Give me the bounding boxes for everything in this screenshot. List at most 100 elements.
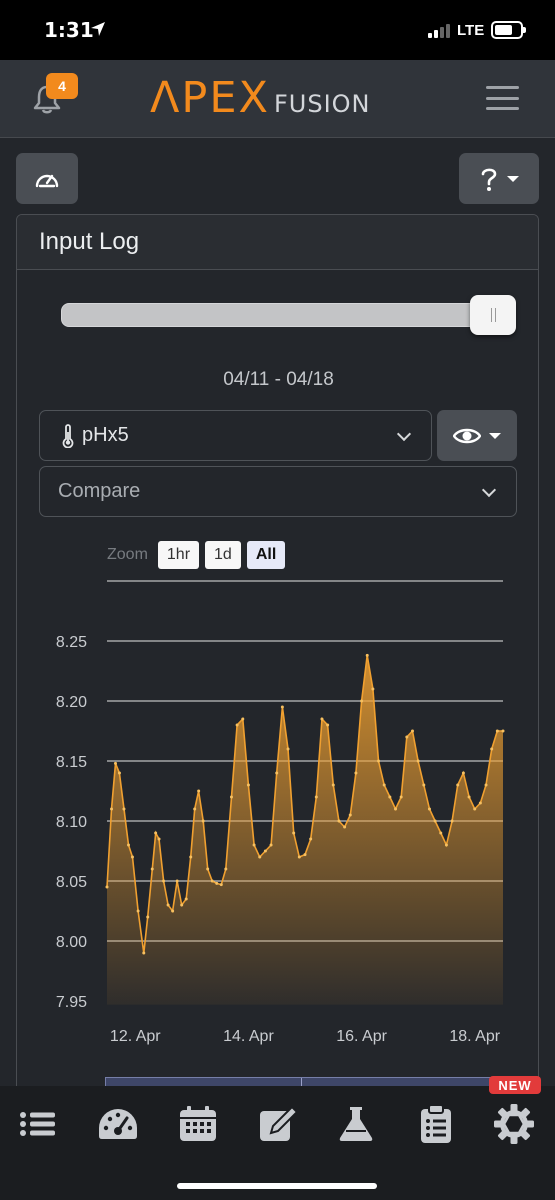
data-point bbox=[280, 705, 284, 709]
data-point bbox=[365, 653, 369, 657]
data-point bbox=[105, 885, 109, 889]
compare-select[interactable]: Compare bbox=[39, 466, 517, 517]
data-point bbox=[263, 849, 267, 853]
data-point bbox=[229, 795, 233, 799]
data-point bbox=[110, 807, 114, 811]
data-point bbox=[399, 795, 403, 799]
data-point bbox=[422, 783, 426, 787]
y-tick-label: 8.05 bbox=[56, 874, 87, 891]
dashboard-button[interactable] bbox=[16, 153, 78, 204]
data-point bbox=[360, 699, 364, 703]
data-point bbox=[444, 843, 448, 847]
data-point bbox=[501, 729, 505, 733]
data-point bbox=[235, 723, 239, 727]
ph-history-chart[interactable]: 7.95 8.00 8.05 8.10 8.15 8.20 8.25 12. Apr 14. A… bbox=[17, 575, 538, 1075]
data-point bbox=[241, 717, 245, 721]
status-bar: 1:31 LTE bbox=[0, 0, 555, 60]
data-point bbox=[495, 729, 499, 733]
data-point bbox=[439, 831, 443, 835]
data-point bbox=[193, 807, 197, 811]
hamburger-icon[interactable] bbox=[486, 86, 519, 110]
data-point bbox=[473, 807, 477, 811]
data-point bbox=[314, 795, 318, 799]
series-area bbox=[107, 655, 503, 1005]
time-slider-handle[interactable] bbox=[470, 295, 516, 335]
x-tick-label: 12. Apr bbox=[110, 1028, 161, 1045]
probe-select-value: pHx5 bbox=[82, 424, 129, 446]
probe-select[interactable]: pHx5 bbox=[39, 410, 432, 461]
data-point bbox=[320, 717, 324, 721]
data-point bbox=[297, 855, 301, 859]
data-point bbox=[252, 843, 256, 847]
data-point bbox=[286, 747, 290, 751]
visibility-dropdown-button[interactable] bbox=[437, 410, 517, 461]
nav-clipboard-icon[interactable] bbox=[414, 1104, 458, 1144]
help-dropdown-button[interactable] bbox=[459, 153, 539, 204]
data-point bbox=[337, 819, 341, 823]
zoom-1d-button[interactable]: 1d bbox=[205, 541, 241, 569]
nav-calendar-icon[interactable] bbox=[176, 1104, 220, 1144]
x-tick-label: 16. Apr bbox=[336, 1028, 387, 1045]
zoom-1hr-button[interactable]: 1hr bbox=[157, 541, 200, 569]
panel-title: Input Log bbox=[39, 228, 140, 255]
data-point bbox=[433, 819, 437, 823]
data-point bbox=[450, 819, 454, 823]
y-tick-label: 8.10 bbox=[56, 814, 87, 831]
y-tick-label: 8.25 bbox=[56, 634, 87, 651]
data-point bbox=[201, 819, 205, 823]
notification-badge[interactable]: 4 bbox=[46, 73, 78, 99]
data-point bbox=[150, 867, 154, 871]
thermometer-icon bbox=[62, 423, 74, 448]
nav-flask-icon[interactable] bbox=[334, 1104, 378, 1144]
nav-note-edit-icon[interactable] bbox=[256, 1104, 300, 1144]
data-point bbox=[113, 761, 117, 765]
data-point bbox=[478, 801, 482, 805]
battery-icon bbox=[491, 21, 526, 39]
nav-settings-gear-icon[interactable] bbox=[492, 1104, 536, 1144]
data-point bbox=[219, 883, 223, 887]
data-point bbox=[175, 879, 179, 883]
data-point bbox=[154, 831, 158, 835]
data-point bbox=[394, 807, 398, 811]
data-point bbox=[410, 729, 414, 733]
data-point bbox=[456, 783, 460, 787]
data-point bbox=[269, 843, 273, 847]
data-point bbox=[166, 903, 170, 907]
data-point bbox=[136, 909, 140, 913]
data-point bbox=[388, 795, 392, 799]
zoom-controls: Zoom 1hr 1d All bbox=[107, 541, 286, 569]
data-point bbox=[206, 867, 210, 871]
data-point bbox=[348, 813, 352, 817]
y-tick-label: 8.00 bbox=[56, 934, 87, 951]
location-arrow-icon bbox=[91, 22, 105, 36]
data-point bbox=[197, 789, 201, 793]
home-indicator[interactable] bbox=[177, 1183, 377, 1189]
chevron-down-icon bbox=[481, 482, 497, 498]
caret-down-icon bbox=[489, 432, 501, 439]
data-point bbox=[210, 879, 214, 883]
data-point bbox=[416, 759, 420, 763]
input-log-panel: Input Log 04/11 - 04/18 pHx5 Compare Zoo… bbox=[16, 214, 539, 1114]
data-point bbox=[126, 843, 130, 847]
data-point bbox=[275, 771, 279, 775]
nav-list-icon[interactable] bbox=[16, 1104, 60, 1144]
data-point bbox=[117, 771, 121, 775]
apex-fusion-logo[interactable]: ΛPEX FUSION bbox=[150, 76, 371, 120]
data-point bbox=[130, 855, 134, 859]
time-slider-track[interactable] bbox=[61, 303, 516, 327]
nav-dashboard-gauge-icon[interactable] bbox=[96, 1104, 140, 1144]
y-tick-label: 8.20 bbox=[56, 694, 87, 711]
data-point bbox=[461, 771, 465, 775]
data-point bbox=[427, 807, 431, 811]
data-point bbox=[292, 831, 296, 835]
data-point bbox=[484, 783, 488, 787]
app-header: 4 ΛPEX FUSION bbox=[0, 60, 555, 138]
data-point bbox=[122, 807, 126, 811]
compare-select-placeholder: Compare bbox=[58, 480, 141, 502]
zoom-all-button[interactable]: All bbox=[246, 541, 286, 569]
new-badge: NEW bbox=[489, 1076, 541, 1094]
data-point bbox=[189, 855, 193, 859]
data-point bbox=[180, 903, 184, 907]
data-point bbox=[331, 783, 335, 787]
data-point bbox=[371, 687, 375, 691]
